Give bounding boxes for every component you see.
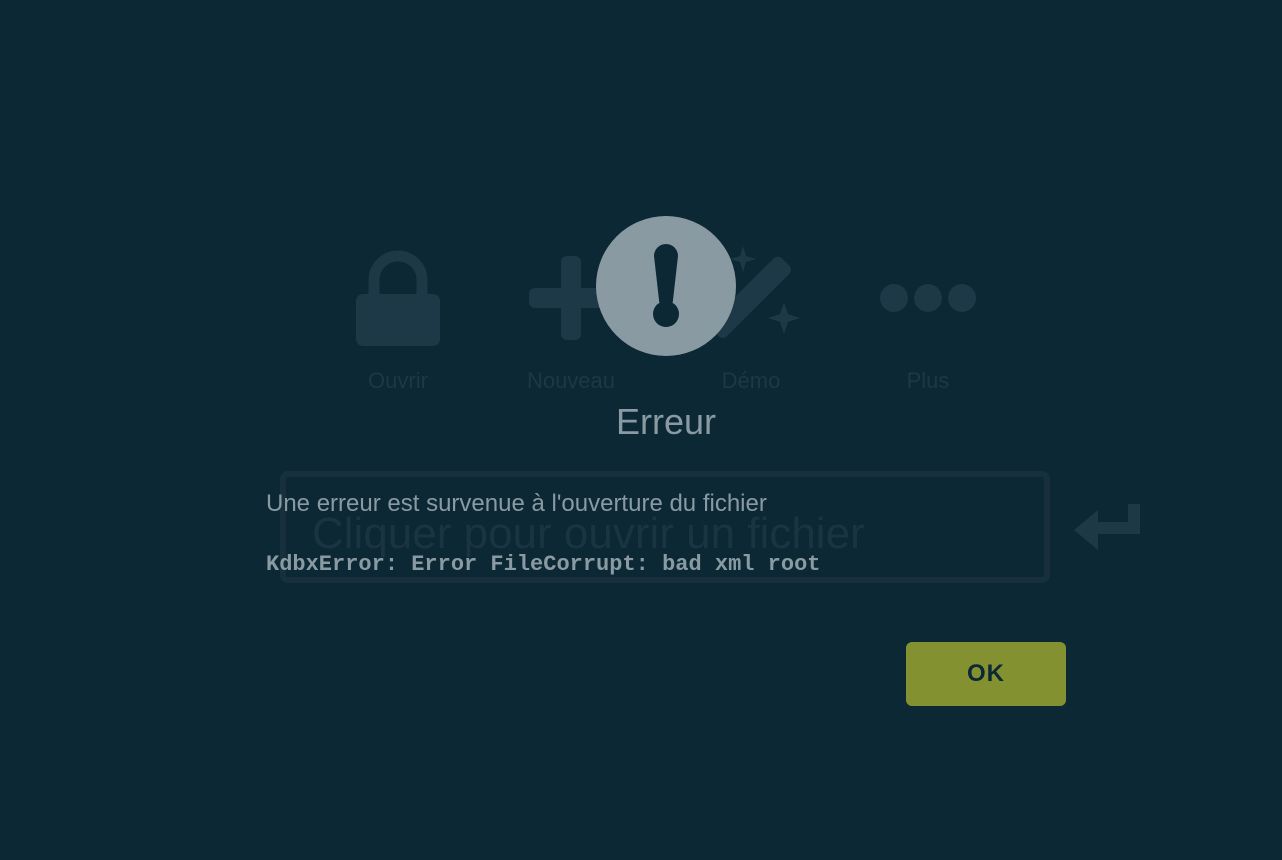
app-window: Ouvrir Nouveau Démo Plus Cliquer pour ou…: [0, 0, 1282, 860]
modal-message: Une erreur est survenue à l'ouverture du…: [266, 490, 767, 517]
modal-error-detail: KdbxError: Error FileCorrupt: bad xml ro…: [266, 552, 821, 577]
ok-button[interactable]: OK: [906, 642, 1066, 706]
modal-title: Erreur: [615, 401, 717, 442]
error-modal: Erreur Une erreur est survenue à l'ouver…: [0, 0, 1282, 860]
exclamation-circle-icon: [596, 216, 736, 356]
